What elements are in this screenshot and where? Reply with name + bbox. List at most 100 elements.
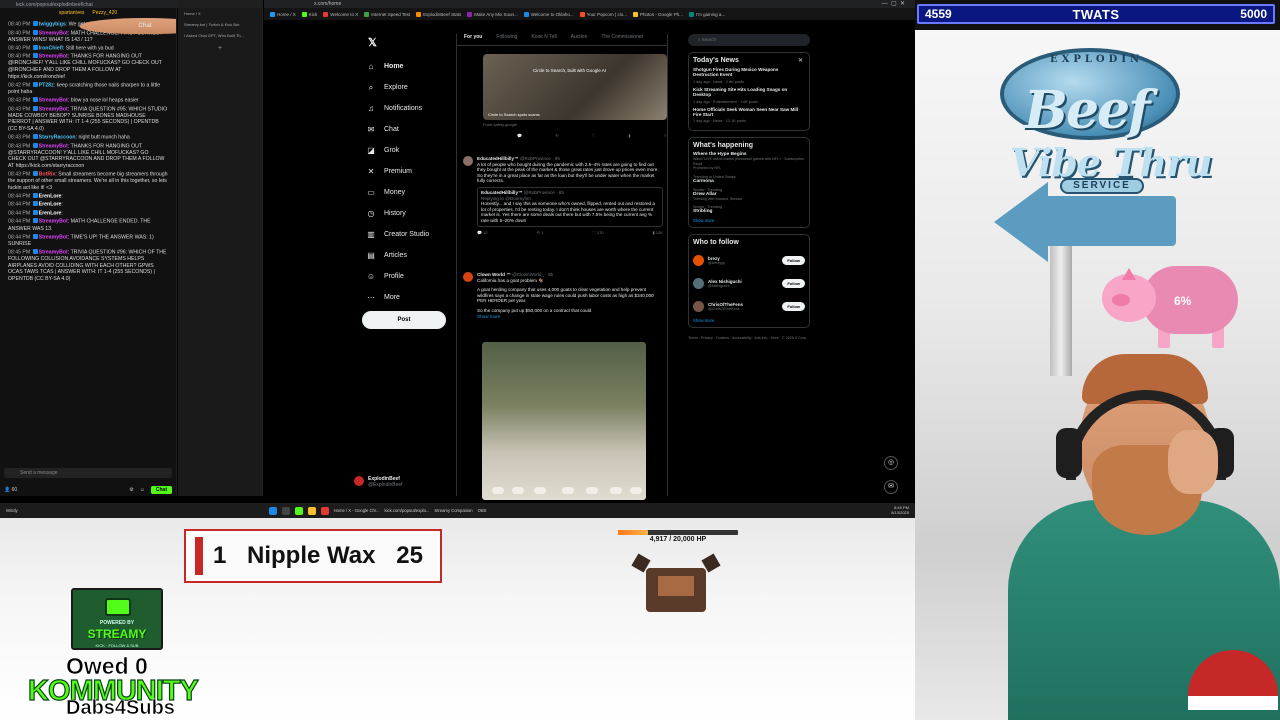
bookmark-item[interactable]: Welcome to Oklaho... [523,11,574,17]
chat-username[interactable]: StreamyBot [39,54,68,60]
window-controls[interactable]: — ▢ ✕ [882,0,905,7]
goat-photo[interactable] [482,342,646,500]
trend-item[interactable]: Sports · Trending Drew Allar Trending with… [693,188,805,201]
bookmark-item[interactable]: Photos - Google Ph... [632,11,683,17]
kick-icon[interactable] [294,506,303,515]
follow-show-more[interactable]: Show more [693,318,805,323]
chat-username[interactable]: StreamyBot [39,234,68,240]
file-explorer-icon[interactable] [307,506,316,515]
tab-for-you[interactable]: For you [464,34,482,45]
chat-message[interactable]: 08:45 PM StreamyBot: TRIVIA QUESTION #96… [8,248,168,282]
tweet-clown-world[interactable]: Clown World ™ @ClownWorld_ · 8h Californ… [463,272,663,319]
chat-send-button[interactable]: Chat [150,486,172,494]
emote-icon[interactable]: ☺ [140,487,145,493]
bookmark-item[interactable]: ExplodinBeef Stats [416,11,461,17]
chat-message[interactable]: 08:44 PM ErenLore: [8,192,168,200]
grok-float-icon[interactable]: ◎ [884,456,898,470]
bookmark-item[interactable]: Welcome to X [323,11,358,17]
chat-message[interactable]: 08:40 PM IronChiefl: Still here with ya … [8,44,168,52]
tweet-educated-hillbilly[interactable]: EducatedHillbilly™ @RobProvince · 8h A l… [463,156,663,235]
chat-username[interactable]: ErenLore [39,202,62,208]
chat-message-input[interactable]: Send a message [4,468,172,478]
chat-username[interactable]: StreamyBot [39,106,68,112]
bookmark-item[interactable]: Internet Speed Test [364,11,410,17]
x-footer-links[interactable]: Terms · Privacy · Cookies · Accessibilit… [688,336,810,341]
chat-username[interactable]: StreamyBot [39,219,68,225]
chrome-icon[interactable] [320,506,329,515]
tab-the-commissioner[interactable]: The Commissioner [601,34,643,45]
like-count[interactable]: ♡ 170 [592,230,603,236]
close-icon[interactable]: ✕ [798,57,803,64]
chat-message[interactable]: 08:43 PM StreamyBot: THANKS FOR HANGING … [8,142,168,170]
new-tab-icon[interactable]: + [178,45,262,52]
chat-username[interactable]: StreamyBot [39,97,68,103]
bookmark-item[interactable]: Make Any Mix Soun... [467,11,518,17]
like-icon[interactable]: ♡ [592,133,596,138]
sidewin-tab-1[interactable]: Home / X [178,8,262,19]
chat-message[interactable]: 08:44 PM ErenLore: [8,201,168,208]
gear-icon[interactable]: ⚙ [129,487,133,493]
chat-username[interactable]: ErenLore [39,193,62,199]
chat-message-list[interactable]: 08:40 PM twiggybigs: We get some prizes … [0,18,176,287]
post-button[interactable]: Post [362,311,446,329]
chat-username[interactable]: PT28z [39,82,54,88]
share-icon[interactable]: ⇪ [664,133,667,138]
messages-float-icon[interactable]: ✉ [884,480,898,494]
reply-count[interactable]: 💬 12 [477,230,488,236]
news-headline[interactable]: Kick Streaming Site Hits Loading Snags o… [693,87,805,98]
chat-message[interactable]: 08:43 PM StreamyBot: blow ya nose lol he… [8,96,168,104]
bookmark-item[interactable]: Kick [301,11,317,17]
chat-message[interactable]: 08:43 PM StreamyBot: TRIVIA QUESTION #95… [8,105,168,133]
follow-suggestion[interactable]: ChrisOfTheFens @ChrisOfTheFens Follow [693,295,805,318]
taskbar-item-4[interactable]: OBS [478,508,487,513]
pinned-user-2[interactable]: Pezzy_420 [92,10,117,16]
chat-username[interactable]: ErenLore [39,210,62,216]
follow-button[interactable]: Follow [782,256,805,266]
search-input[interactable]: ⌕ Search [688,34,810,46]
news-headline[interactable]: Shotgun Fires During Mexico Weapons Dest… [693,67,805,78]
tweet-show-more[interactable]: Show more [477,314,663,320]
chat-username[interactable]: BotRix [39,171,56,177]
x-logo-icon[interactable]: 𝕏 [368,36,377,49]
chat-message[interactable]: 08:40 PM StreamyBot: THANKS FOR HANGING … [8,53,168,80]
left-address-bar[interactable]: kick.com/popout/explodinbeef/chat [0,0,177,8]
taskbar-item-2[interactable]: kick.com/popout/explo... [385,508,430,513]
follow-button[interactable]: Follow [782,302,805,312]
tweet-author[interactable]: Clown World ™ [477,272,511,277]
tab-kook-n-tell[interactable]: Kook N Tell [531,34,556,45]
chat-username[interactable]: StreamyBot [39,30,68,36]
start-icon[interactable] [268,506,277,515]
tweet-actions[interactable]: 💬 ⟲ ♡ ▮ ⇪ [517,133,667,138]
tab-following[interactable]: Following [496,34,517,45]
tab-auction[interactable]: Auction [571,34,588,45]
chat-username[interactable]: twiggybigs [39,22,66,28]
bookmark-item[interactable]: Your Popcorn | clo... [579,11,627,17]
chat-message[interactable]: 08:43 PM BotRix: Small streamers become … [8,170,168,191]
tweet-author[interactable]: EducatedHillbilly™ [477,156,519,161]
trends-show-more[interactable]: Show more [693,218,805,223]
pinned-user-1[interactable]: spartanives [59,10,85,16]
chat-message[interactable]: 08:42 PM PT28z: keep scratching those na… [8,81,168,96]
x-address-text[interactable]: x.com/home [314,1,341,7]
taskbar-item-1[interactable]: Home / X - Google Chr... [334,508,380,513]
view-count[interactable]: ▮ 12K [653,230,663,236]
trend-item[interactable]: Where the Hype Begins Watch LIVE out-of-m… [693,152,805,170]
bookmark-item[interactable]: I'm gaining a... [688,11,725,17]
repost-count[interactable]: ⟲ 1 [537,230,544,236]
repost-icon[interactable]: ⟲ [555,133,558,138]
chat-message[interactable]: 08:44 PM StreamyBot: TIME'S UP! THE ANSW… [8,233,168,248]
promoted-video[interactable]: Circle to Search, built with Google AI C… [483,54,667,120]
chat-message[interactable]: 08:44 PM ErenLore: [8,209,168,217]
quoted-tweet[interactable]: EducatedHillbilly™ @RobProvince · 8h Rep… [477,186,663,227]
follow-suggestion[interactable]: brezy @brezyyy Follow [693,249,805,272]
chat-username[interactable]: StreamyBot [39,143,68,149]
trend-item[interactable]: Trending in United States Carmona [693,175,805,184]
chat-message[interactable]: 08:43 PM StarryRaccoon: night butt munch… [8,133,168,141]
news-headline[interactable]: Home Officials Seek Woman Seen Near Saw … [693,107,805,118]
bookmark-item[interactable]: Home / X [270,11,296,17]
chat-username[interactable]: IronChiefl [39,45,63,51]
views-icon[interactable]: ▮ [628,133,630,138]
account-switcher[interactable]: ExplodinBeef @ExplodinBeef [354,476,403,488]
trend-item[interactable]: Sports · Trending Stribling [693,205,805,214]
follow-button[interactable]: Follow [782,279,805,289]
